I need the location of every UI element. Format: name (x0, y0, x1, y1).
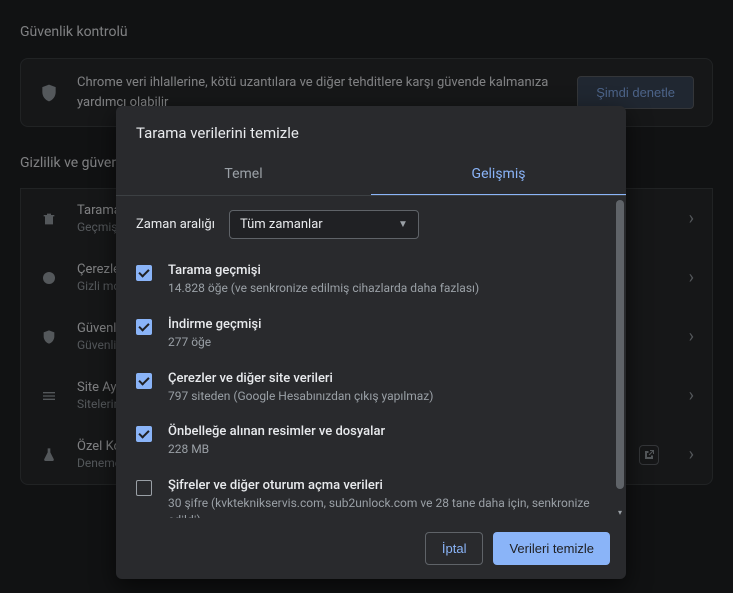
dialog-tabs: Temel Gelişmiş (116, 156, 626, 196)
check-item-title: Önbelleğe alınan resimler ve dosyalar (168, 424, 385, 439)
scrollbar[interactable]: ▴ ▾ (614, 200, 626, 514)
check-item-sub: 797 siteden (Google Hesabınızdan çıkış y… (168, 388, 433, 405)
check-item-title: Çerezler ve diğer site verileri (168, 371, 433, 386)
time-range-value: Tüm zamanlar (240, 217, 323, 232)
time-range-label: Zaman aralığı (136, 217, 215, 232)
tab-basic[interactable]: Temel (116, 156, 371, 196)
check-item: Çerezler ve diğer site verileri 797 sited… (136, 361, 622, 415)
checkbox[interactable] (136, 265, 152, 281)
clear-browsing-data-dialog: Tarama verilerini temizle Temel Gelişmiş… (116, 106, 626, 579)
check-item: İndirme geçmişi 277 öğe (136, 307, 622, 361)
checkbox[interactable] (136, 373, 152, 389)
tab-advanced[interactable]: Gelişmiş (371, 156, 626, 196)
dialog-body: Zaman aralığı Tüm zamanlar ▼ Tarama geçm… (116, 196, 626, 518)
check-item-sub: 228 MB (168, 441, 385, 458)
check-item-sub: 277 öğe (168, 334, 261, 351)
time-range-dropdown[interactable]: Tüm zamanlar ▼ (229, 210, 419, 239)
check-item: Şifreler ve diğer oturum açma verileri 30… (136, 468, 622, 518)
scrollbar-thumb[interactable] (616, 200, 624, 489)
checkbox[interactable] (136, 480, 152, 496)
clear-data-button[interactable]: Verileri temizle (493, 532, 610, 565)
scroll-down-icon[interactable]: ▾ (616, 508, 624, 516)
dialog-title: Tarama verilerini temizle (116, 106, 626, 156)
checkbox[interactable] (136, 426, 152, 442)
check-item-sub: 14.828 öğe (ve senkronize edilmiş cihazl… (168, 280, 479, 297)
chevron-down-icon: ▼ (398, 219, 408, 230)
check-item-title: Tarama geçmişi (168, 263, 479, 278)
dialog-footer: İptal Verileri temizle (116, 518, 626, 579)
cancel-button[interactable]: İptal (425, 532, 484, 565)
check-item-title: Şifreler ve diğer oturum açma verileri (168, 478, 606, 493)
check-item: Tarama geçmişi 14.828 öğe (ve senkronize … (136, 253, 622, 307)
check-item-sub: 30 şifre (kvkteknikservis.com, sub2unloc… (168, 495, 606, 518)
check-item-title: İndirme geçmişi (168, 317, 261, 332)
check-item: Önbelleğe alınan resimler ve dosyalar 228… (136, 414, 622, 468)
checkbox[interactable] (136, 319, 152, 335)
